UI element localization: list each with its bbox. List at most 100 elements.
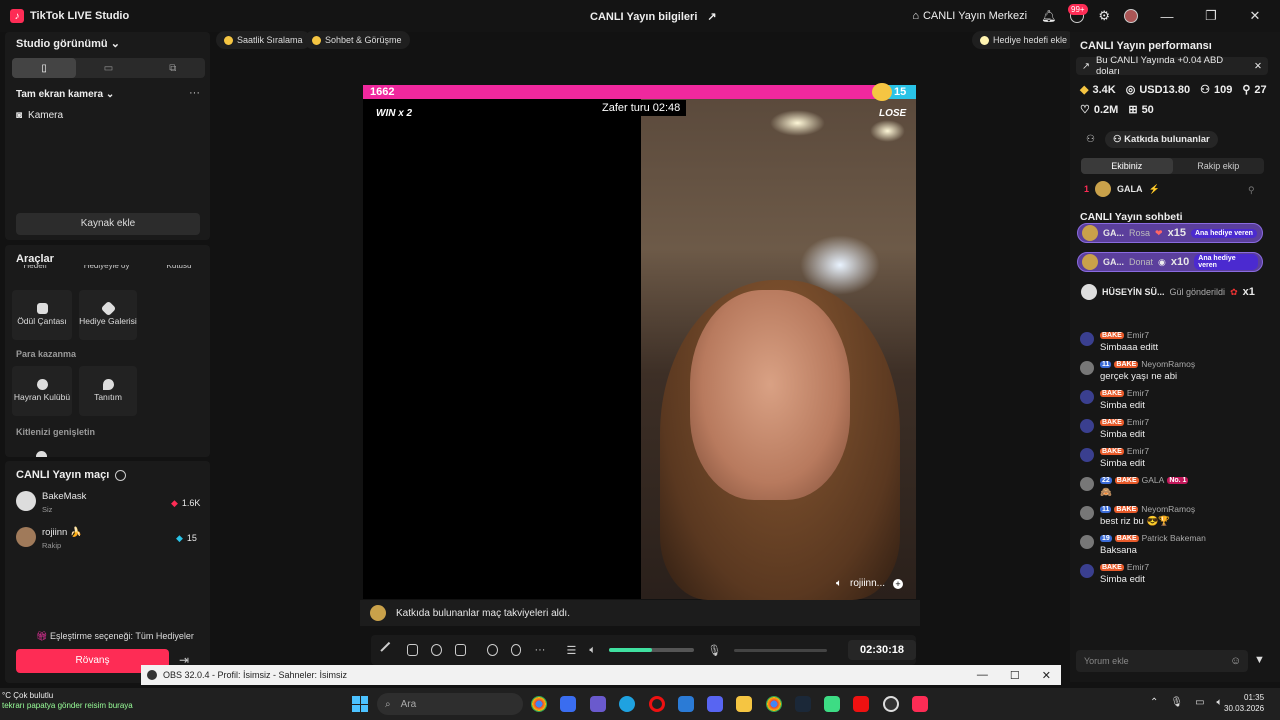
reward-bag-tool[interactable]: Ödül Çantası — [12, 290, 72, 340]
chat-username[interactable]: NeyomRamoş — [1141, 359, 1195, 369]
bell-icon[interactable]: 🔔︎ — [1041, 9, 1056, 23]
chat-message[interactable]: 11 BAKE NeyomRamoş best riz bu 😎🏆 — [1080, 504, 1265, 527]
opponent-tag[interactable]: 🔈︎ rojiinn... + — [836, 578, 904, 589]
gift-goal-pill[interactable]: Hediye hedefi ekle — [972, 31, 1076, 49]
volume-slider[interactable] — [608, 648, 695, 652]
hourly-ranking-pill[interactable]: Saatlik Sıralama — [216, 31, 311, 49]
camera-switch-icon[interactable] — [510, 644, 522, 656]
audience-icon[interactable] — [36, 451, 47, 457]
chat-message[interactable]: BAKE Emir7 Simbaaa editt — [1080, 330, 1265, 353]
chat-username[interactable]: Emir7 — [1127, 330, 1149, 340]
minimize-button[interactable]: — — [977, 669, 988, 682]
close-button[interactable]: ✕ — [1042, 669, 1051, 682]
record-icon[interactable] — [486, 644, 498, 656]
add-scene-icon[interactable] — [454, 644, 466, 656]
comment-input[interactable]: Yorum ekle — [1076, 650, 1248, 672]
weather-widget[interactable]: °C Çok bulutlu tekrarı papatya gönder re… — [2, 691, 133, 712]
obs-taskbar-icon[interactable] — [883, 696, 899, 712]
filter-icon[interactable]: ▼ — [1254, 654, 1265, 666]
microphone-icon[interactable]: 🎙︎ — [707, 644, 721, 657]
layout-toggle[interactable]: ▯ ▭ ⧉ — [12, 58, 205, 78]
live-info-title[interactable]: CANLI Yayın bilgileri ↗ — [590, 10, 717, 24]
chrome-profile-icon[interactable] — [766, 696, 782, 712]
folder-icon[interactable] — [736, 696, 752, 712]
player-row[interactable]: rojiinn 🍌 Rakip — [16, 527, 82, 550]
youtube-icon[interactable] — [853, 696, 869, 712]
avatar[interactable] — [1124, 9, 1138, 23]
chat-username[interactable]: Emir7 — [1127, 417, 1149, 427]
speaker-icon[interactable]: 🔈︎ — [589, 644, 596, 657]
chrome-icon[interactable] — [531, 696, 547, 712]
gear-icon[interactable]: ⚙ — [1098, 8, 1110, 24]
multi-layout-icon[interactable]: ⧉ — [141, 58, 205, 78]
help-icon[interactable] — [115, 469, 127, 481]
discord-icon[interactable] — [707, 696, 723, 712]
chat-message[interactable]: BAKE Emir7 Simba edit — [1080, 417, 1265, 440]
edge-icon[interactable] — [619, 696, 635, 712]
tiktok-taskbar-icon[interactable] — [912, 696, 928, 712]
microphone-icon[interactable]: 🎙︎ — [1170, 697, 1183, 708]
chat-meet-pill[interactable]: Sohbet & Görüşme — [304, 31, 410, 49]
steam-icon[interactable] — [795, 696, 811, 712]
windows-start-icon[interactable] — [352, 696, 368, 712]
match-option[interactable]: 🎁︎ Eşleştirme seçeneği: Tüm Hediyeler — [36, 631, 194, 642]
tab-your-team[interactable]: Ekibiniz — [1081, 158, 1173, 174]
scene-dropdown[interactable]: Tam ekran kamera ⌄ — [16, 89, 114, 100]
volume-icon[interactable]: 🔈︎ — [1217, 697, 1223, 708]
person-icon[interactable]: ⚲ — [1248, 185, 1255, 196]
fan-club-tool[interactable]: Hayran Kulübü — [12, 366, 72, 416]
obs-window-bar[interactable]: OBS 32.0.4 - Profil: İsimsiz - Sahneler:… — [141, 665, 1061, 685]
camera-source-item[interactable]: ◙ Kamera — [16, 110, 63, 121]
chat-message[interactable]: 22 BAKE GALA No. 1 🙈 — [1080, 475, 1265, 498]
photos-icon[interactable] — [678, 696, 694, 712]
effects-icon[interactable] — [406, 644, 418, 656]
live-center-button[interactable]: ⌂ CANLI Yayın Merkezi — [912, 10, 1027, 22]
chat-username[interactable]: Emir7 — [1127, 562, 1149, 572]
taskbar-search[interactable]: ⌕ Ara — [377, 693, 523, 715]
chevron-up-icon[interactable]: ⌃ — [1150, 697, 1158, 708]
add-icon[interactable]: + — [893, 578, 904, 589]
chat-username[interactable]: Emir7 — [1127, 446, 1149, 456]
person-add-icon[interactable]: ⚇ — [1086, 134, 1095, 145]
chat-message[interactable]: BAKE Emir7 Simba edit — [1080, 446, 1265, 469]
store-icon[interactable] — [560, 696, 576, 712]
share-icon[interactable]: ↗ — [707, 10, 716, 23]
ai-icon[interactable] — [430, 644, 442, 656]
teams-icon[interactable] — [590, 696, 606, 712]
clock[interactable]: 01:35 30.03.2026 — [1224, 693, 1264, 715]
chat-message[interactable]: 19 BAKE Patrick Bakeman Baksana — [1080, 533, 1265, 556]
add-source-button[interactable]: Kaynak ekle — [16, 213, 200, 235]
sliders-icon[interactable]: ☰ — [566, 644, 576, 657]
emoji-icon[interactable]: ☺ — [1230, 655, 1241, 667]
top-contributor-row[interactable]: 1 GALA ⚡ — [1084, 180, 1160, 198]
more-icon[interactable]: ··· — [189, 87, 200, 99]
chat-username[interactable]: GALA — [1142, 475, 1165, 485]
chat-message[interactable]: BAKE Emir7 Simba edit — [1080, 388, 1265, 411]
display-icon[interactable]: ▭ — [1195, 697, 1204, 708]
win-label: WIN x 2 — [376, 108, 413, 119]
opera-icon[interactable] — [649, 696, 665, 712]
close-button[interactable]: ✕ — [1240, 8, 1270, 24]
portrait-layout-icon[interactable]: ▯ — [12, 58, 77, 78]
gift-gallery-tool[interactable]: Hediye Galerisi — [79, 290, 137, 340]
maximize-button[interactable]: ❐ — [1196, 8, 1226, 24]
chat-username[interactable]: Emir7 — [1127, 388, 1149, 398]
chat-username[interactable]: Patrick Bakeman — [1142, 533, 1206, 543]
mic-level-slider[interactable] — [734, 648, 827, 652]
chat-message[interactable]: BAKE Emir7 Simba edit — [1080, 562, 1265, 585]
contributors-button[interactable]: ⚇ Katkıda bulunanlar — [1105, 131, 1218, 148]
minimize-button[interactable]: — — [1152, 9, 1182, 24]
android-icon[interactable] — [824, 696, 840, 712]
magic-wand-icon[interactable] — [380, 641, 397, 659]
studio-view-dropdown[interactable]: Studio görünümü ⌄ — [16, 37, 120, 50]
landscape-layout-icon[interactable]: ▭ — [76, 58, 140, 78]
player-row[interactable]: BakeMask Siz — [16, 491, 86, 514]
more-icon[interactable]: ··· — [534, 644, 545, 656]
chat-message[interactable]: 11 BAKE NeyomRamoş gerçek yaşı ne abi — [1080, 359, 1265, 382]
promote-tool[interactable]: Tanıtım — [79, 366, 137, 416]
speaker-icon[interactable]: 🔈︎ — [836, 578, 842, 589]
close-icon[interactable]: ✕ — [1254, 61, 1262, 72]
maximize-button[interactable]: ☐ — [1010, 669, 1020, 682]
chat-username[interactable]: NeyomRamoş — [1141, 504, 1195, 514]
tab-opponent-team[interactable]: Rakip ekip — [1173, 158, 1265, 174]
